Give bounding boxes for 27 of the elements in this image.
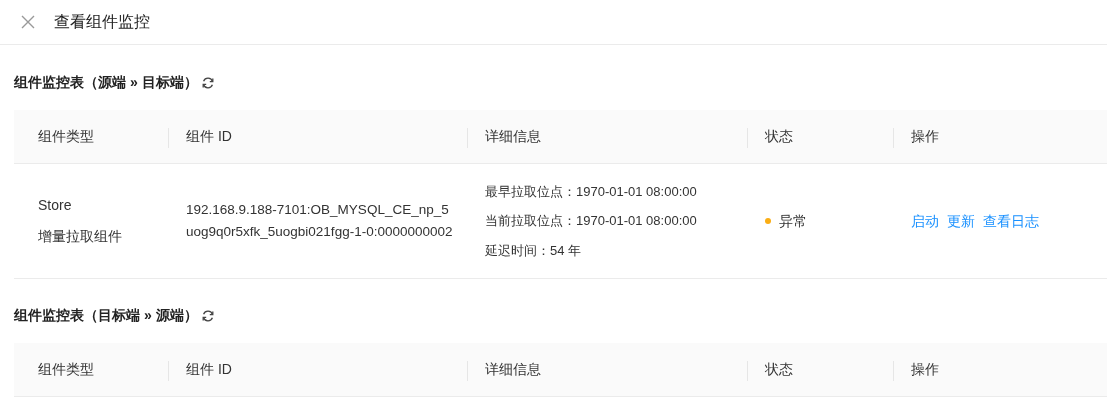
column-header: 状态 bbox=[765, 127, 793, 146]
action-link[interactable]: 启动 bbox=[911, 210, 939, 232]
column-header: 详细信息 bbox=[485, 360, 541, 379]
action-link[interactable]: 查看日志 bbox=[983, 210, 1039, 232]
close-icon bbox=[21, 15, 35, 29]
detail-text: 延迟时间：54 年 bbox=[485, 241, 582, 260]
component-id: 192.168.9.188-7101:OB_MYSQL_CE_np_5uog9q0r5xfk_5uogbi021fgg-1-0:0000000002 bbox=[186, 201, 454, 241]
refresh-icon[interactable] bbox=[201, 309, 214, 322]
action-link[interactable]: 更新 bbox=[947, 210, 975, 232]
cell-text: Store bbox=[38, 196, 72, 215]
status-text: 异常 bbox=[779, 211, 807, 231]
section-title: 组件监控表（源端 » 目标端） bbox=[14, 73, 198, 92]
column-header: 组件 ID bbox=[186, 360, 232, 379]
close-button[interactable] bbox=[20, 14, 36, 30]
column-header: 操作 bbox=[911, 360, 939, 379]
cell-text: 增量拉取组件 bbox=[38, 227, 122, 246]
column-header: 详细信息 bbox=[485, 127, 541, 146]
detail-text: 当前拉取位点：1970-01-01 08:00:00 bbox=[485, 212, 697, 231]
column-header: 组件 ID bbox=[186, 127, 232, 146]
column-header: 状态 bbox=[765, 360, 793, 379]
refresh-icon[interactable] bbox=[201, 76, 214, 89]
detail-text: 最早拉取位点：1970-01-01 08:00:00 bbox=[485, 182, 697, 201]
column-header: 组件类型 bbox=[38, 127, 94, 146]
column-header: 操作 bbox=[911, 127, 939, 146]
section-title: 组件监控表（目标端 » 源端） bbox=[14, 306, 198, 325]
column-header: 组件类型 bbox=[38, 360, 94, 379]
panel-title: 查看组件监控 bbox=[54, 12, 150, 32]
